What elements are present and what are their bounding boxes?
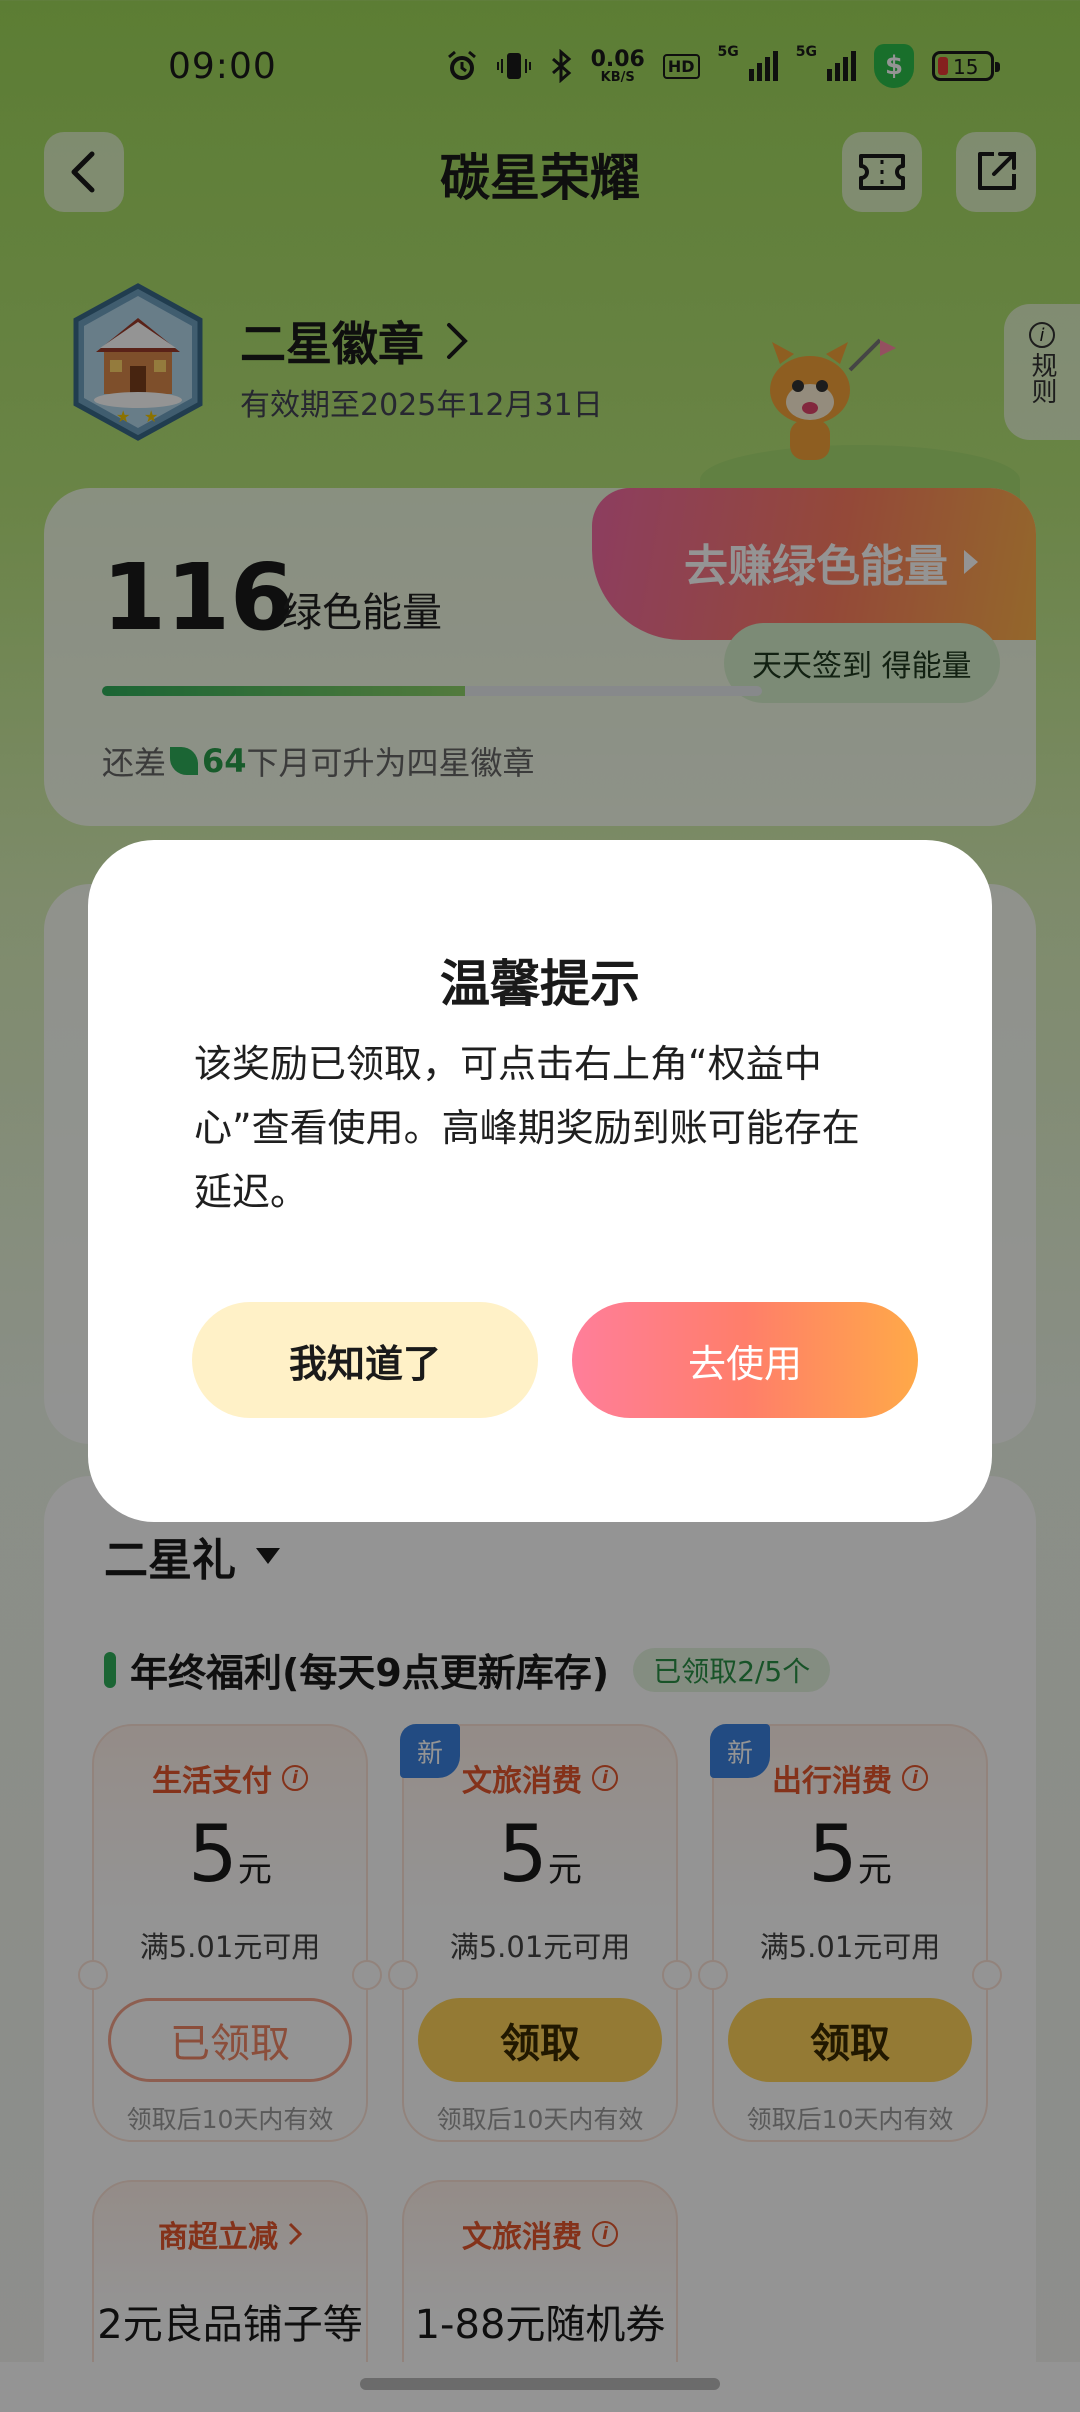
tip-dialog: 温馨提示 该奖励已领取，可点击右上角“权益中心”查看使用。高峰期奖励到账可能存在… xyxy=(88,840,992,1522)
home-indicator[interactable] xyxy=(360,2378,720,2390)
dialog-title: 温馨提示 xyxy=(440,955,640,1013)
dialog-ok-button[interactable]: 我知道了 xyxy=(192,1302,538,1418)
dialog-body: 该奖励已领取，可点击右上角“权益中心”查看使用。高峰期奖励到账可能存在延迟。 xyxy=(194,1042,860,1214)
dialog-use-button[interactable]: 去使用 xyxy=(572,1302,918,1418)
